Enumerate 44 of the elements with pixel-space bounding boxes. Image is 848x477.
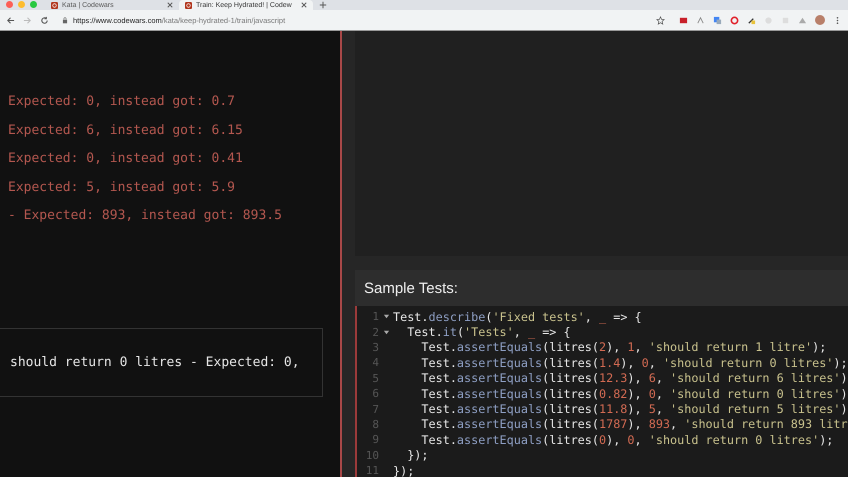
line-number: 5: [371, 372, 379, 385]
line-number: 9: [371, 433, 379, 446]
error-message: Expected: 5, instead got: 5.9: [8, 178, 236, 196]
error-message: Expected: 0, instead got: 0.41: [8, 150, 244, 168]
line-number: 6: [371, 387, 379, 400]
line-number: 7: [371, 402, 379, 416]
line-number: 11: [364, 464, 379, 477]
code-line: });: [406, 448, 429, 462]
code-line: Test.assertEquals(litres(2), 1, 'should return 1 litre');: [420, 340, 826, 354]
error-message: Expected: 0, instead got: 0.7: [8, 93, 236, 110]
section-title: Sample Tests:: [364, 280, 458, 296]
error-message: Expected: 6, instead got: 6.15: [8, 122, 244, 139]
fold-arrow-icon[interactable]: [382, 328, 390, 336]
error-message: - Expected: 893, instead got: 893.5: [8, 207, 283, 225]
code-line: Test.assertEquals(litres(0.82), 0, 'should return 0 litres'): [420, 386, 848, 401]
code-line: });: [393, 464, 414, 477]
line-number: 3: [371, 340, 379, 354]
close-tab-icon[interactable]: [301, 2, 307, 8]
ring-icon[interactable]: [730, 16, 739, 24]
line-number: 2: [371, 326, 379, 339]
line-number: 8: [371, 418, 379, 431]
avatar-icon[interactable]: [815, 15, 825, 25]
reload-icon[interactable]: [40, 16, 49, 24]
lock-icon: [62, 16, 68, 24]
star-icon[interactable]: [656, 16, 665, 24]
code-line: Test.assertEquals(litres(11.8), 5, 'should return 5 litres'): [420, 402, 848, 416]
code-line: Test.assertEquals(litres(0), 0, 'should return 0 litres');: [420, 432, 834, 447]
line-number: 10: [364, 448, 379, 462]
code-line: Test.assertEquals(litres(1787), 893, 'should return 893 litr: [420, 417, 848, 432]
close-tab-icon[interactable]: [167, 2, 173, 8]
test-result-text: should return 0 litres - Expected: 0,: [10, 354, 300, 370]
code-line: Test.assertEquals(litres(1.4), 0, 'should return 0 litres');: [420, 356, 848, 370]
code-line: Test.describe('Fixed tests', _ => {: [393, 310, 642, 324]
code-line: Test.it('Tests', _ => {: [406, 325, 571, 340]
logo-icon: [185, 2, 192, 8]
dropper-icon[interactable]: [747, 16, 756, 24]
back-arrow-icon[interactable]: [6, 16, 15, 24]
line-number: 1: [371, 310, 379, 324]
logo-icon: [51, 2, 58, 8]
new-tab-icon[interactable]: [319, 1, 327, 9]
fold-arrow-icon[interactable]: [382, 313, 390, 320]
code-line: Test.assertEquals(litres(12.3), 6, 'should return 6 litres'): [420, 371, 848, 386]
translate-icon[interactable]: [713, 16, 722, 24]
line-number: 4: [371, 356, 379, 370]
